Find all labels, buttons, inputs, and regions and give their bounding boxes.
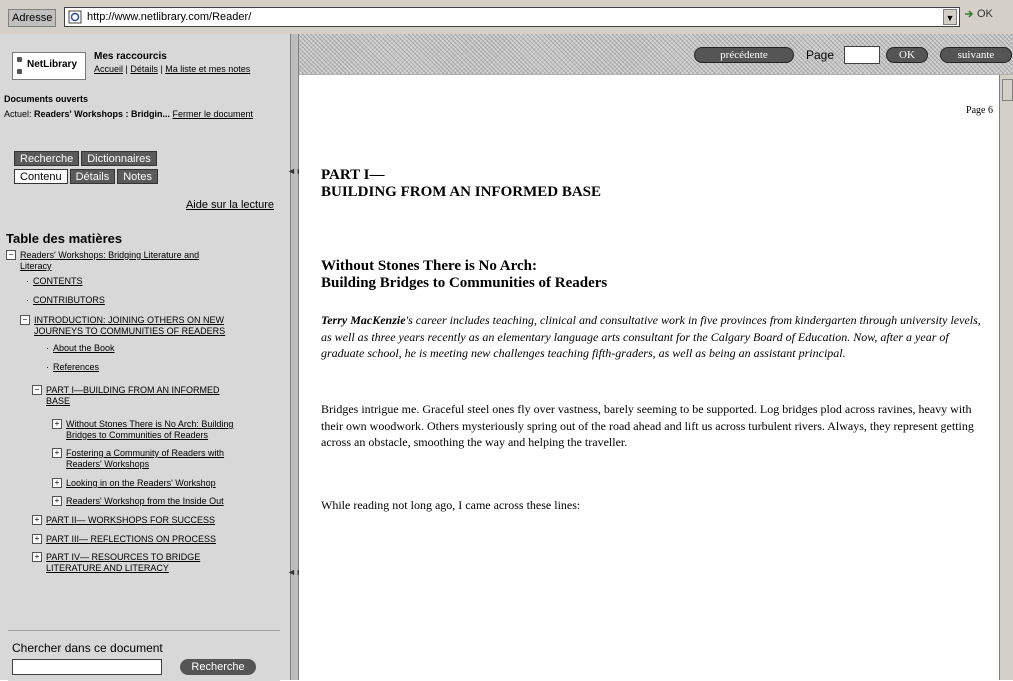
toc-item-part-1[interactable]: − PART I—BUILDING FROM AN INFORMED BASE — [32, 385, 220, 407]
address-label: Adresse — [8, 9, 57, 27]
open-documents-title: Documents ouverts — [4, 94, 89, 104]
toc-item-without-stones[interactable]: + Without Stones There is No Arch: Buildi… — [52, 419, 233, 441]
document-search-panel: Chercher dans ce document Recherche — [8, 630, 280, 681]
collapse-icon[interactable]: − — [32, 385, 42, 395]
tab-notes[interactable]: Notes — [117, 169, 158, 184]
page-number-input[interactable] — [844, 46, 880, 64]
shortcuts-title: Mes raccourcis — [94, 51, 167, 62]
current-document: Actuel: Readers' Workshops : Bridgin... … — [4, 108, 276, 121]
toc-item-introduction[interactable]: − INTRODUCTION: JOINING OTHERS ON NEW JOUR… — [20, 315, 225, 337]
tab-details[interactable]: Détails — [69, 169, 116, 184]
next-label: suivante — [957, 49, 995, 61]
current-doc-title: Readers' Workshops : Bridgin... — [34, 109, 171, 119]
toc-item-label: Readers' Workshops: Bridging Literature … — [20, 250, 200, 271]
collapse-icon[interactable]: − — [20, 315, 30, 325]
vertical-scrollbar[interactable] — [999, 75, 1013, 680]
toc-item-label: PART IV— RESOURCES TO BRIDGE LITERATURE A… — [46, 552, 201, 573]
previous-page-button[interactable]: précédente — [694, 47, 794, 63]
shortcut-details-link[interactable]: Détails — [130, 64, 158, 74]
toc-item-label: Looking in on the Readers' Workshop — [66, 478, 216, 488]
shortcut-list-notes-link[interactable]: Ma liste et mes notes — [165, 64, 250, 74]
sidebar-tabs-top: Recherche Dictionnaires — [14, 151, 157, 166]
toc-item-contributors[interactable]: · CONTRIBUTORS — [26, 295, 105, 306]
toc-item-part-2[interactable]: + PART II— WORKSHOPS FOR SUCCESS — [32, 515, 215, 526]
toc-item-label: PART I—BUILDING FROM AN INFORMED BASE — [46, 385, 220, 406]
toc-item-book[interactable]: − Readers' Workshops: Bridging Literature… — [6, 250, 199, 272]
toc-item-label: References — [53, 362, 100, 372]
go-label: OK — [977, 8, 993, 20]
panel-splitter[interactable]: ◄► ◄► — [287, 34, 305, 680]
go-arrow-icon — [965, 10, 974, 18]
search-input[interactable] — [12, 659, 162, 675]
search-label: Chercher dans ce document — [12, 641, 163, 655]
reader-content: Page 6 PART I— BUILDING FROM AN INFORMED… — [299, 75, 999, 680]
go-page-button[interactable]: OK — [886, 47, 928, 63]
expand-icon[interactable]: + — [32, 515, 42, 525]
address-bar: Adresse http://www.netlibrary.com/Reader… — [0, 0, 1013, 35]
page-navigation-bar: précédente Page OK suivante — [299, 34, 1013, 75]
page-label: Page — [806, 48, 835, 62]
prev-label: précédente — [720, 49, 768, 61]
logo-text: NetLibrary — [27, 59, 78, 70]
expand-icon[interactable]: + — [52, 448, 62, 458]
toc-item-looking-in[interactable]: + Looking in on the Readers' Workshop — [52, 478, 216, 489]
toc-item-label: About the Book — [53, 343, 115, 353]
close-document-link[interactable]: Fermer le document — [173, 109, 254, 119]
sidebar-tabs-bottom: Contenu Détails Notes — [14, 169, 158, 184]
toc-item-label: INTRODUCTION: JOINING OTHERS ON NEW JOURN… — [34, 315, 226, 336]
address-url: http://www.netlibrary.com/Reader/ — [87, 11, 252, 23]
section-title: Without Stones There is No Arch: Buildin… — [321, 258, 608, 291]
scrollbar-thumb[interactable] — [1002, 79, 1013, 101]
tab-dictionaries[interactable]: Dictionnaires — [81, 151, 157, 166]
paragraph: While reading not long ago, I came acros… — [321, 498, 581, 512]
toc-item-fostering[interactable]: + Fostering a Community of Readers with Re… — [52, 448, 224, 470]
next-page-button[interactable]: suivante — [940, 47, 1012, 63]
toc-item-references[interactable]: · References — [46, 362, 99, 373]
expand-icon[interactable]: + — [32, 552, 42, 562]
tab-search[interactable]: Recherche — [14, 151, 80, 166]
expand-icon[interactable]: + — [52, 478, 62, 488]
page-icon — [68, 10, 82, 24]
ok-label: OK — [899, 49, 915, 61]
author-bio: 's career includes teaching, clinical an… — [321, 313, 981, 360]
expand-icon[interactable]: + — [52, 419, 62, 429]
address-field[interactable]: http://www.netlibrary.com/Reader/ ▼ — [64, 7, 960, 27]
toc-item-label: PART III— REFLECTIONS ON PROCESS — [46, 534, 217, 544]
sidebar: NetLibrary Mes raccourcis Accueil | Déta… — [0, 34, 291, 681]
page-number: Page 6 — [966, 105, 993, 116]
toc-item-part-4[interactable]: + PART IV— RESOURCES TO BRIDGE LITERATURE … — [32, 552, 200, 574]
toc-item-label: Without Stones There is No Arch: Buildin… — [66, 419, 234, 440]
toc-title: Table des matières — [6, 231, 123, 246]
author-intro: Terry MacKenzie's career includes teachi… — [321, 312, 993, 362]
tab-contents[interactable]: Contenu — [14, 169, 68, 184]
toc-item-label: CONTENTS — [33, 276, 83, 286]
toc-item-label: PART II— WORKSHOPS FOR SUCCESS — [46, 515, 216, 525]
current-doc-prefix: Actuel: — [4, 109, 35, 119]
expand-icon[interactable]: + — [52, 496, 62, 506]
toc-item-label: Readers' Workshop from the Inside Out — [66, 496, 224, 506]
go-button[interactable]: OK — [963, 8, 993, 20]
collapse-icon[interactable]: − — [6, 250, 16, 260]
toc-item-about-book[interactable]: · About the Book — [46, 343, 115, 354]
toc-item-label: Fostering a Community of Readers with Rea… — [66, 448, 225, 469]
part-title: PART I— BUILDING FROM AN INFORMED BASE — [321, 167, 602, 200]
author-name: Terry MacKenzie — [321, 313, 406, 327]
toc-item-inside-out[interactable]: + Readers' Workshop from the Inside Out — [52, 496, 224, 507]
toc-item-label: CONTRIBUTORS — [33, 295, 105, 305]
reading-help-link[interactable]: Aide sur la lecture — [186, 199, 274, 211]
search-button[interactable]: Recherche — [180, 659, 256, 675]
toc-item-contents[interactable]: · CONTENTS — [26, 276, 83, 287]
netlibrary-logo: NetLibrary — [12, 52, 86, 80]
address-dropdown-icon[interactable]: ▼ — [943, 9, 957, 25]
paragraph: Bridges intrigue me. Graceful steel ones… — [321, 402, 974, 449]
toc-item-part-3[interactable]: + PART III— REFLECTIONS ON PROCESS — [32, 534, 216, 545]
shortcut-home-link[interactable]: Accueil — [94, 64, 123, 74]
expand-icon[interactable]: + — [32, 534, 42, 544]
shortcuts-links: Accueil | Détails | Ma liste et mes note… — [94, 64, 251, 74]
